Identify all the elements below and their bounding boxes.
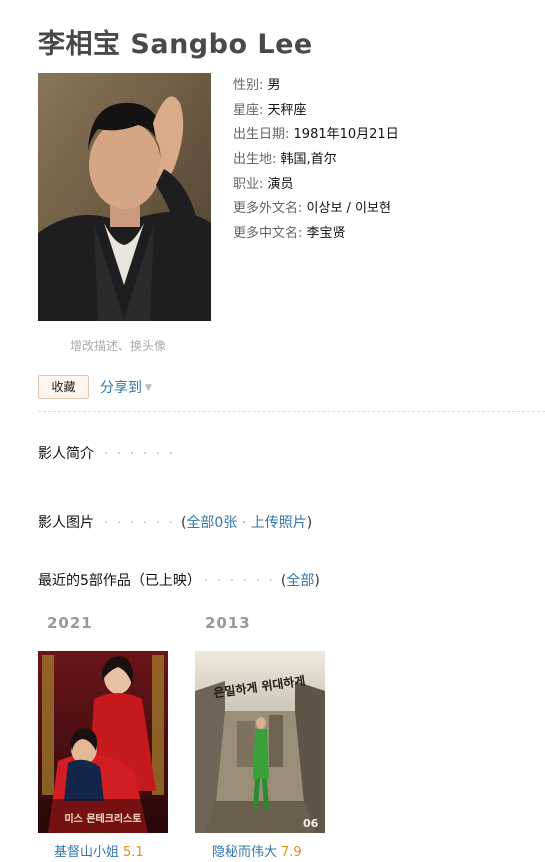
work-year: 2013 [205,614,251,632]
info-value: 李宝贤 [306,226,346,242]
collect-button[interactable]: 收藏 [38,375,89,399]
person-name-cn: 李相宝 [38,29,121,60]
person-name-en: Sangbo Lee [130,29,313,60]
info-label: 出生地: [233,152,277,168]
poster-badge-text: 06 [303,817,319,830]
info-value: 1981年10月21日 [293,127,399,143]
info-label: 更多外文名: [233,201,303,217]
edit-description-link[interactable]: 增改描述、换头像 [70,337,166,354]
info-label: 更多中文名: [233,226,303,242]
work-poster[interactable]: 은밀하게 위대하게 06 [195,651,325,833]
work-title-link[interactable]: 隐秘而伟大 [212,845,277,860]
info-label: 性别: [233,78,264,93]
info-row-profession: 职业: 演员 [233,175,399,200]
portrait-image [38,73,211,321]
page-title: 李相宝 Sangbo Lee [38,22,313,61]
all-works-link[interactable]: 全部 [286,573,314,589]
info-value: 演员 [267,176,294,192]
info-row-constellation: 星座: 天秤座 [233,101,399,126]
work-rating: 5.1 [123,845,144,860]
info-value: 男 [267,78,281,93]
info-row-birthdate: 出生日期: 1981年10月21日 [233,125,399,150]
share-label: 分享到 [100,380,142,396]
info-row-birthplace: 出生地: 韩国,首尔 [233,150,399,175]
upload-photo-link[interactable]: 上传照片 [251,515,307,531]
share-dropdown[interactable]: 分享到 ▼ [100,377,152,397]
info-label: 职业: [233,176,264,192]
section-title: 影人图片 [38,515,94,531]
info-value: 天秤座 [267,102,307,118]
info-label: 出生日期: [233,127,290,143]
poster-title-text: 미스 몬테크리스토 [64,812,141,825]
poster-image: 미스 몬테크리스토 [38,651,168,833]
work-year: 2021 [47,614,93,632]
section-title: 最近的5部作品（已上映） [38,573,194,589]
info-row-chinese-names: 更多中文名: 李宝贤 [233,224,399,249]
info-label: 星座: [233,102,264,118]
person-portrait[interactable] [38,73,211,321]
info-row-gender: 性别: 男 [233,76,399,101]
link-separator: · [241,515,247,531]
dots-separator: · · · · · · [203,573,275,589]
info-value: 韩国,首尔 [280,152,337,168]
all-photos-link[interactable]: 全部0张 [186,515,237,531]
section-intro-heading: 影人简介 · · · · · · [38,443,181,463]
section-title: 影人简介 [38,446,94,462]
section-works-heading: 最近的5部作品（已上映） · · · · · · (全部) [38,570,320,590]
dots-separator: · · · · · · [104,446,175,462]
section-photos-heading: 影人图片 · · · · · · (全部0张 · 上传照片) [38,512,312,532]
info-value: 이상보 / 이보현 [306,201,391,217]
work-rating: 7.9 [281,845,302,860]
paren-close: ) [306,515,313,531]
info-row-foreign-names: 更多外文名: 이상보 / 이보현 [233,199,399,224]
caret-down-icon: ▼ [145,383,152,393]
work-title-link[interactable]: 基督山小姐 [54,845,119,860]
work-title: 基督山小姐 5.1 [54,841,144,860]
divider [38,411,545,412]
work-title: 隐秘而伟大 7.9 [212,841,302,860]
dots-separator: · · · · · · [104,515,175,531]
person-info: 性别: 男 星座: 天秤座 出生日期: 1981年10月21日 出生地: 韩国,… [233,76,399,249]
work-poster[interactable]: 미스 몬테크리스토 [38,651,168,833]
poster-image: 은밀하게 위대하게 06 [195,651,325,833]
paren-close: ) [314,573,320,589]
